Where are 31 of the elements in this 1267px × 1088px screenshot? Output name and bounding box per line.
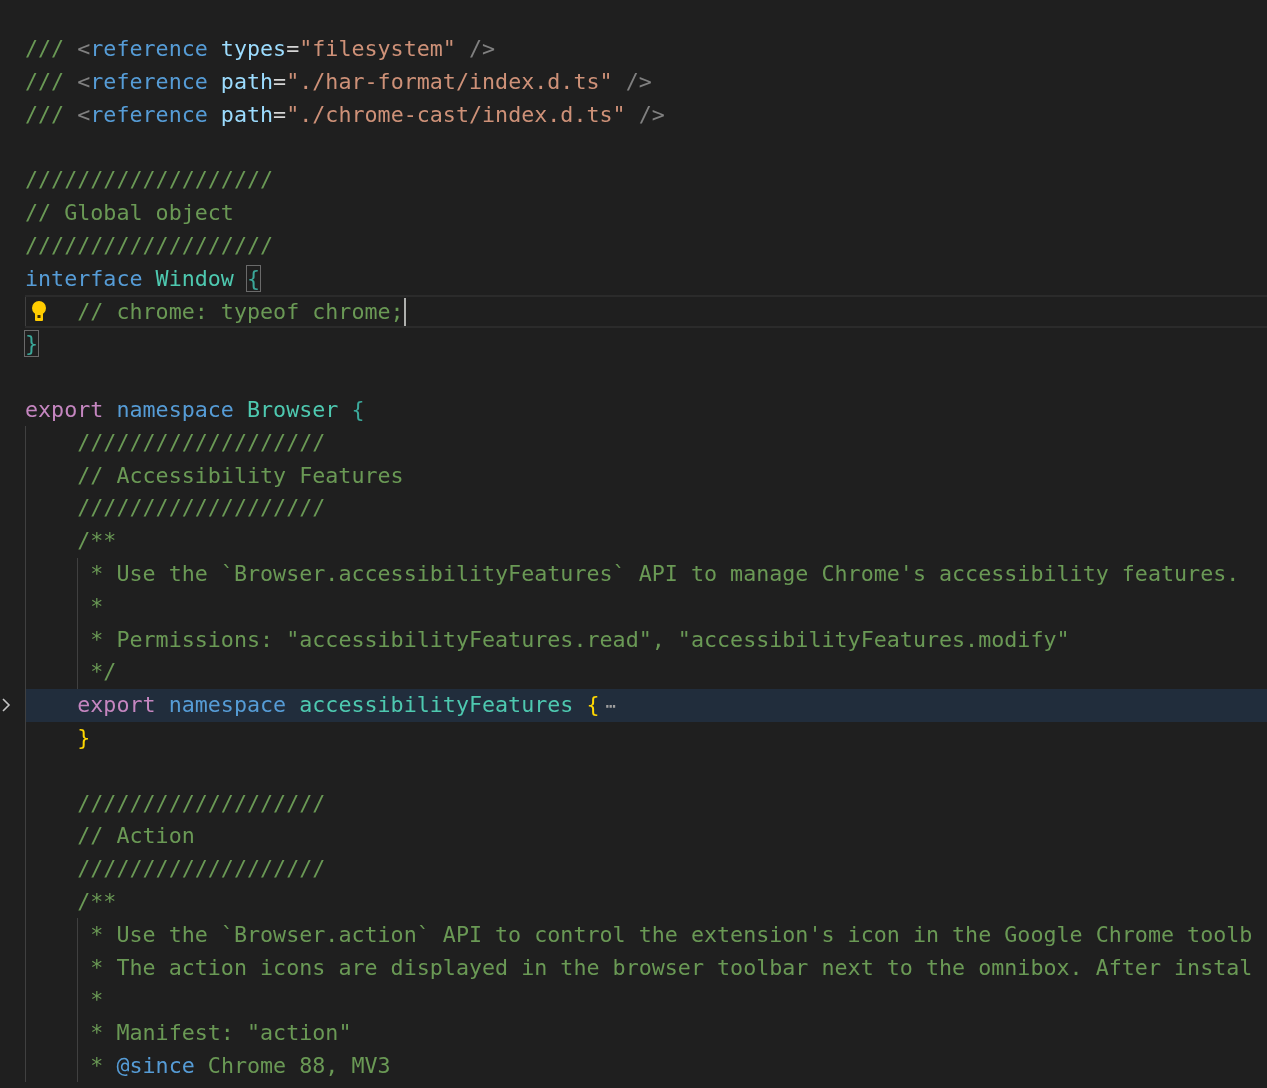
code-line: * Permissions: "accessibilityFeatures.read", "accessibilityFeatures.modify" [90, 625, 1070, 654]
code-line: * The action icons are displayed in the browser toolbar next to the omnibox. After instal [90, 953, 1253, 982]
code-line: /////////////////// [77, 855, 326, 884]
code-line: */ [90, 658, 117, 687]
code-line: export namespace accessibilityFeatures { [77, 691, 600, 720]
code-line: // Global object [25, 199, 234, 228]
code-line: /// <reference path="./har-format/index.d.ts" /> [25, 68, 652, 96]
code-line: * Use the `Browser.action` API to control the extension's icon in the Google Chrome toolb [90, 920, 1253, 949]
lightbulb-icon[interactable] [31, 301, 47, 324]
code-line: } [25, 330, 39, 359]
code-line: // chrome: typeof chrome; [77, 297, 404, 326]
code-line: /////////////////// [77, 494, 326, 523]
code-line: // Action [77, 822, 195, 851]
code-line: * Manifest: "action" [90, 1019, 352, 1048]
code-line: /// <reference types="filesystem" /> [25, 35, 496, 64]
code-line: export namespace Browser { [25, 395, 365, 424]
code-line: /////////////////// [77, 428, 326, 457]
code-line: // Accessibility Features [77, 461, 404, 490]
code-line: * @since Chrome 88, MV3 [90, 1051, 391, 1080]
code-line: interface Window { [25, 264, 261, 293]
code-line: /////////////////// [25, 231, 274, 260]
code-line: /** [77, 527, 117, 556]
code-line: /** [77, 887, 117, 916]
code-line: * [90, 986, 104, 1015]
fold-ellipsis-button[interactable]: ⋯ [605, 694, 617, 716]
code-line: * Use the `Browser.accessibilityFeatures` API to manage Chrome's accessibility features. [90, 559, 1240, 588]
code-line: /////////////////// [25, 166, 274, 195]
code-line: } [77, 723, 91, 752]
code-line: /////////////////// [77, 789, 326, 818]
code-line: * [90, 592, 104, 621]
code-line: /// <reference path="./chrome-cast/index.d.ts" /> [25, 100, 665, 129]
